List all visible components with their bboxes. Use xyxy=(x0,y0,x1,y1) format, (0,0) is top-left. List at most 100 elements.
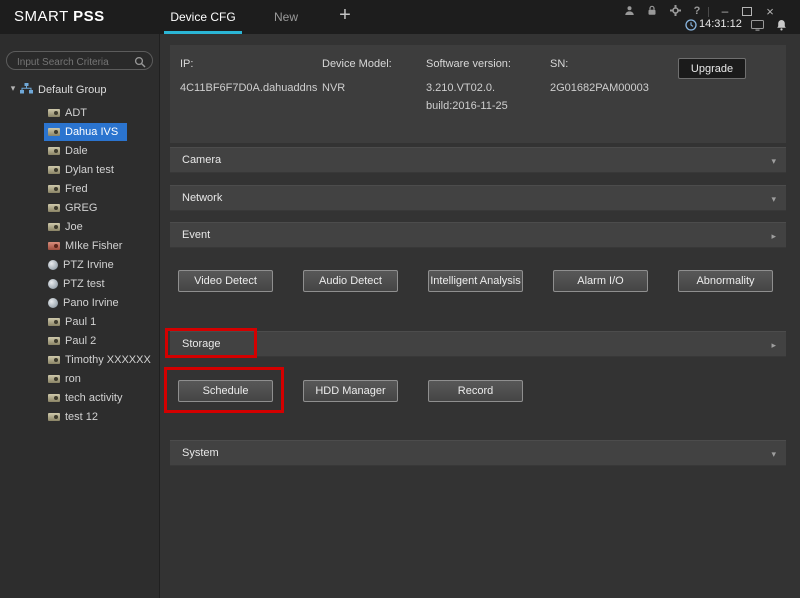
tree-item-ron[interactable]: ron xyxy=(44,370,90,388)
chevron-right-icon: ▸ xyxy=(771,223,776,249)
camera-icon xyxy=(48,337,60,345)
camera-icon xyxy=(48,242,60,250)
add-tab-button[interactable]: + xyxy=(328,0,362,34)
close-button[interactable]: × xyxy=(763,5,777,18)
section-camera-title: Camera xyxy=(182,154,221,166)
intelligent-analysis-button[interactable]: Intelligent Analysis xyxy=(428,270,523,292)
titlebar-separator xyxy=(708,7,709,17)
section-event[interactable]: Event ▸ xyxy=(170,222,786,248)
camera-icon xyxy=(48,147,60,155)
lock-icon[interactable] xyxy=(645,5,659,18)
software-build-value: build:2016-11-25 xyxy=(426,100,508,112)
tree-item-paul-1[interactable]: Paul 1 xyxy=(44,313,105,331)
help-icon[interactable]: ? xyxy=(690,5,704,18)
tree-item-paul-2[interactable]: Paul 2 xyxy=(44,332,105,350)
alarm-io-button[interactable]: Alarm I/O xyxy=(553,270,648,292)
camera-icon xyxy=(48,223,60,231)
search-input[interactable] xyxy=(7,54,152,71)
video-detect-button[interactable]: Video Detect xyxy=(178,270,273,292)
record-button[interactable]: Record xyxy=(428,380,523,402)
tree-item-label: PTZ test xyxy=(63,278,105,290)
tree-item-ptz-irvine[interactable]: PTZ Irvine xyxy=(44,256,123,274)
tab-new[interactable]: New xyxy=(262,0,310,34)
camera-icon xyxy=(48,128,60,136)
tree-item-label: Paul 2 xyxy=(65,335,96,347)
title-bar: SMART PSS Device CFG New + ? – × 14:31:1… xyxy=(0,0,800,34)
schedule-button[interactable]: Schedule xyxy=(178,380,273,402)
hdd-manager-button[interactable]: HDD Manager xyxy=(303,380,398,402)
camera-icon xyxy=(48,204,60,212)
tree-item-dale[interactable]: Dale xyxy=(44,142,97,160)
tree-item-mike-fisher[interactable]: MIke Fisher xyxy=(44,237,131,255)
audio-detect-button[interactable]: Audio Detect xyxy=(303,270,398,292)
tab-device-cfg[interactable]: Device CFG xyxy=(160,0,246,34)
tree-item-label: GREG xyxy=(65,202,97,214)
smartpss-window: SMART PSS Device CFG New + ? – × 14:31:1… xyxy=(0,0,800,598)
device-tree-sidebar: ▾ Default Group ADT Dahua IVS Dale Dylan… xyxy=(0,34,160,598)
tree-item-label: PTZ Irvine xyxy=(63,259,114,271)
tree-expander-icon[interactable]: ▾ xyxy=(8,83,18,94)
tree-item-label: Dylan test xyxy=(65,164,114,176)
software-version-label: Software version: xyxy=(426,58,511,70)
search-box xyxy=(6,51,153,70)
abnormality-button[interactable]: Abnormality xyxy=(678,270,773,292)
chevron-down-icon: ▾ xyxy=(771,186,776,212)
tree-group-label: Default Group xyxy=(38,84,106,96)
device-model-label: Device Model: xyxy=(322,58,392,70)
sn-label: SN: xyxy=(550,58,568,70)
section-storage-title: Storage xyxy=(182,338,221,350)
tree-item-tech-activity[interactable]: tech activity xyxy=(44,389,131,407)
chevron-down-icon: ▾ xyxy=(771,441,776,467)
camera-icon xyxy=(48,185,60,193)
gear-icon[interactable] xyxy=(668,5,682,18)
tree-item-label: Dale xyxy=(65,145,88,157)
ptz-camera-icon xyxy=(48,279,58,289)
tree-item-greg[interactable]: GREG xyxy=(44,199,106,217)
section-camera[interactable]: Camera▾ xyxy=(170,147,786,173)
tree-item-label: ron xyxy=(65,373,81,385)
section-storage[interactable]: Storage▸ xyxy=(170,331,786,357)
tree-item-label: Dahua IVS xyxy=(65,126,118,138)
camera-icon xyxy=(48,394,60,402)
tree-item-dylan-test[interactable]: Dylan test xyxy=(44,161,123,179)
tree-item-joe[interactable]: Joe xyxy=(44,218,92,236)
tree-item-dahua-ivs[interactable]: Dahua IVS xyxy=(44,123,127,141)
tree-item-adt[interactable]: ADT xyxy=(44,104,96,122)
tree-item-label: ADT xyxy=(65,107,87,119)
ptz-camera-icon xyxy=(48,298,58,308)
tree-item-label: test 12 xyxy=(65,411,98,423)
upgrade-button[interactable]: Upgrade xyxy=(678,58,746,79)
tree-item-timothy[interactable]: Timothy XXXXXX xyxy=(44,351,160,369)
app-logo: SMART PSS xyxy=(14,8,105,25)
section-system-title: System xyxy=(182,447,219,459)
tree-item-label: tech activity xyxy=(65,392,122,404)
alarm-bell-icon[interactable] xyxy=(774,18,788,31)
tree-item-test-12[interactable]: test 12 xyxy=(44,408,107,426)
user-icon[interactable] xyxy=(622,5,636,18)
camera-icon xyxy=(48,109,60,117)
search-icon[interactable] xyxy=(134,55,146,67)
camera-icon xyxy=(48,413,60,421)
tree-item-label: MIke Fisher xyxy=(65,240,122,252)
tree-item-label: Fred xyxy=(65,183,88,195)
group-icon xyxy=(20,83,33,97)
tree-group-default-group[interactable]: Default Group xyxy=(20,81,106,99)
clock-time: 14:31:12 xyxy=(699,18,742,30)
tree-item-pano-irvine[interactable]: Pano Irvine xyxy=(44,294,128,312)
camera-icon xyxy=(48,356,60,364)
device-model-value: NVR xyxy=(322,82,345,94)
maximize-button[interactable] xyxy=(740,5,754,18)
camera-icon xyxy=(48,166,60,174)
tree-item-label: Joe xyxy=(65,221,83,233)
minimize-button[interactable]: – xyxy=(718,5,732,18)
tree-item-label: Paul 1 xyxy=(65,316,96,328)
clock-icon xyxy=(684,18,698,31)
tree-item-fred[interactable]: Fred xyxy=(44,180,97,198)
device-health-icon[interactable] xyxy=(750,18,764,31)
section-network[interactable]: Network ▾ xyxy=(170,185,786,211)
tree-item-ptz-test[interactable]: PTZ test xyxy=(44,275,114,293)
sn-value: 2G01682PAM00003 xyxy=(550,82,649,94)
section-network-title: Network xyxy=(182,192,222,204)
section-event-title: Event xyxy=(182,229,210,241)
section-system[interactable]: System ▾ xyxy=(170,440,786,466)
